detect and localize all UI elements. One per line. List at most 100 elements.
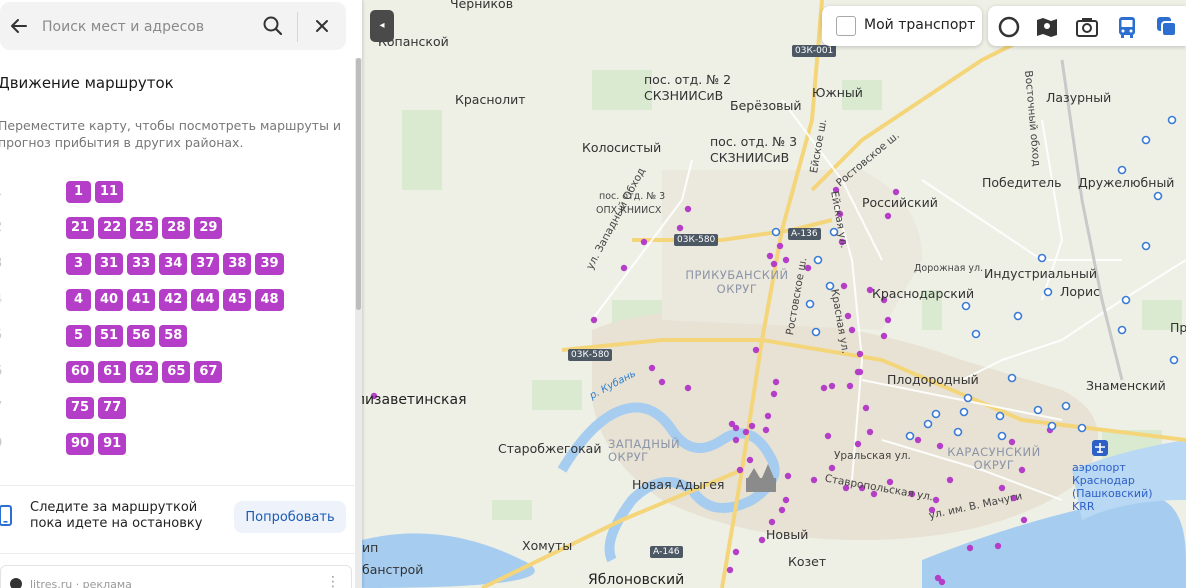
route-stop-marker[interactable] — [828, 464, 836, 472]
layers-button[interactable] — [1154, 14, 1180, 40]
route-badge[interactable]: 37 — [191, 253, 220, 275]
transit-stop-marker[interactable] — [1047, 421, 1057, 431]
route-stop-marker[interactable] — [932, 496, 940, 504]
transit-stop-marker[interactable] — [1141, 135, 1151, 145]
transit-stop-marker[interactable] — [1169, 355, 1179, 365]
route-badge[interactable]: 28 — [162, 217, 191, 239]
transit-stop-marker[interactable] — [905, 431, 915, 441]
route-stop-marker[interactable] — [866, 428, 874, 436]
transit-stop-marker[interactable] — [1007, 373, 1017, 383]
transit-stop-marker[interactable] — [1033, 405, 1043, 415]
route-stop-marker[interactable] — [994, 542, 1002, 550]
route-stop-marker[interactable] — [742, 428, 750, 436]
route-stop-marker[interactable] — [820, 384, 828, 392]
route-stop-marker[interactable] — [856, 368, 864, 376]
route-badge[interactable]: 34 — [159, 253, 188, 275]
route-badge[interactable]: 31 — [95, 253, 124, 275]
transit-stop-marker[interactable] — [805, 299, 815, 309]
route-badge[interactable]: 75 — [66, 397, 95, 419]
route-badge[interactable]: 38 — [223, 253, 252, 275]
route-stop-marker[interactable] — [840, 282, 848, 290]
scrollbar-thumb[interactable] — [356, 58, 361, 310]
route-badge[interactable]: 21 — [66, 217, 95, 239]
route-stop-marker[interactable] — [746, 456, 754, 464]
route-badge[interactable]: 44 — [191, 289, 220, 311]
route-stop-marker[interactable] — [936, 442, 944, 450]
transit-stop-marker[interactable] — [1077, 423, 1087, 433]
transit-stop-marker[interactable] — [813, 255, 823, 265]
route-stop-marker[interactable] — [748, 422, 756, 430]
transit-stop-marker[interactable] — [953, 427, 963, 437]
route-badge[interactable]: 39 — [255, 253, 284, 275]
route-stop-marker[interactable] — [846, 382, 854, 390]
transit-stop-marker[interactable] — [995, 411, 1005, 421]
route-badge[interactable]: 67 — [194, 361, 223, 383]
route-badge[interactable]: 65 — [162, 361, 191, 383]
back-button[interactable] — [6, 14, 32, 38]
traffic-button[interactable] — [996, 14, 1022, 40]
route-stop-marker[interactable] — [782, 496, 790, 504]
route-stop-marker[interactable] — [684, 205, 692, 213]
search-button[interactable] — [260, 14, 286, 38]
route-badge[interactable]: 62 — [130, 361, 159, 383]
route-badge[interactable]: 58 — [159, 325, 188, 347]
route-badge[interactable]: 51 — [95, 325, 124, 347]
route-stop-marker[interactable] — [784, 472, 792, 480]
try-button[interactable]: Попробовать — [234, 501, 346, 533]
search-input[interactable] — [40, 14, 254, 40]
transit-stop-marker[interactable] — [1153, 191, 1163, 201]
route-badge[interactable]: 48 — [255, 289, 284, 311]
route-stop-marker[interactable] — [770, 260, 778, 268]
transit-stop-marker[interactable] — [1043, 287, 1053, 297]
route-stop-marker[interactable] — [726, 566, 734, 574]
transport-checkbox[interactable] — [836, 16, 856, 36]
transit-stop-marker[interactable] — [1013, 311, 1023, 321]
route-stop-marker[interactable] — [966, 544, 974, 552]
bus-button[interactable] — [1114, 14, 1140, 40]
route-stop-marker[interactable] — [684, 384, 692, 392]
route-stop-marker[interactable] — [732, 436, 740, 444]
transit-stop-marker[interactable] — [961, 301, 971, 311]
route-stop-marker[interactable] — [810, 476, 818, 484]
route-badge[interactable]: 42 — [159, 289, 188, 311]
route-badge[interactable]: 45 — [223, 289, 252, 311]
route-badge[interactable]: 1 — [66, 181, 91, 203]
route-badge[interactable]: 60 — [66, 361, 95, 383]
panorama-button[interactable] — [1034, 14, 1060, 40]
transit-stop-marker[interactable] — [771, 227, 781, 237]
map-canvas[interactable]: Черников Копанской Краснолит пос. отд. №… — [362, 0, 1186, 588]
transit-stop-marker[interactable] — [923, 419, 933, 429]
route-stop-marker[interactable] — [854, 440, 862, 448]
transit-stop-marker[interactable] — [997, 431, 1007, 441]
route-stop-marker[interactable] — [590, 316, 598, 324]
route-stop-marker[interactable] — [676, 224, 684, 232]
route-stop-marker[interactable] — [862, 404, 870, 412]
route-stop-marker[interactable] — [768, 518, 776, 526]
photo-button[interactable] — [1074, 14, 1100, 40]
route-stop-marker[interactable] — [728, 420, 736, 428]
route-stop-marker[interactable] — [770, 390, 778, 398]
my-transport-toggle[interactable]: Мой транспорт — [822, 6, 982, 46]
transit-stop-marker[interactable] — [931, 409, 941, 419]
route-stop-marker[interactable] — [782, 256, 790, 264]
route-stop-marker[interactable] — [914, 436, 922, 444]
route-badge[interactable]: 5 — [66, 325, 91, 347]
ad-menu-icon[interactable]: ⋮ — [326, 574, 340, 588]
route-stop-marker[interactable] — [1020, 516, 1028, 524]
route-stop-marker[interactable] — [648, 364, 656, 372]
route-stop-marker[interactable] — [884, 316, 892, 324]
transit-stop-marker[interactable] — [1117, 165, 1127, 175]
route-badge[interactable]: 56 — [127, 325, 156, 347]
transit-stop-marker[interactable] — [963, 393, 973, 403]
transit-stop-marker[interactable] — [1167, 115, 1177, 125]
route-stop-marker[interactable] — [762, 426, 770, 434]
route-stop-marker[interactable] — [776, 242, 784, 250]
transit-stop-marker[interactable] — [1117, 325, 1127, 335]
transit-stop-marker[interactable] — [811, 327, 821, 337]
route-stop-marker[interactable] — [764, 412, 772, 420]
transit-stop-marker[interactable] — [1037, 253, 1047, 263]
route-stop-marker[interactable] — [828, 382, 836, 390]
route-badge[interactable]: 22 — [98, 217, 127, 239]
route-badge[interactable]: 25 — [130, 217, 159, 239]
route-stop-marker[interactable] — [938, 578, 946, 586]
